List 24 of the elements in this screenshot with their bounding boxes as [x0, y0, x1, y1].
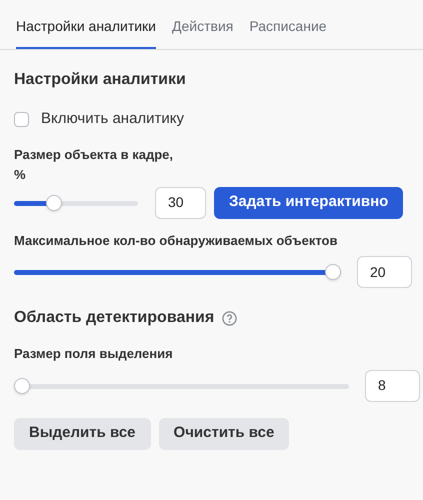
number-field[interactable]: 8	[365, 370, 420, 402]
slider[interactable]	[14, 194, 138, 210]
slider[interactable]	[14, 264, 341, 280]
number-field[interactable]: 20	[357, 256, 412, 288]
field-label: Размер объекта в кадре,	[14, 146, 174, 164]
slider-thumb[interactable]	[325, 264, 341, 280]
checkbox-label: Включить аналитику	[41, 109, 184, 129]
slider-thumb[interactable]	[14, 378, 30, 394]
section-title: Область детектирования	[14, 308, 214, 328]
help-icon[interactable]	[222, 310, 238, 326]
field-label: Размер поля выделения	[14, 345, 174, 363]
number-field[interactable]: 30	[155, 186, 206, 218]
slider[interactable]	[14, 378, 349, 394]
slider-thumb[interactable]	[46, 194, 62, 210]
checkbox[interactable]	[14, 112, 29, 127]
tab[interactable]: Расписание	[249, 16, 327, 49]
set-interactive-button[interactable]: Задать интерактивно	[214, 186, 404, 218]
tab[interactable]: Настройки аналитики	[16, 16, 156, 49]
section-title: Настройки аналитики	[14, 70, 187, 90]
action-button[interactable]: Выделить все	[14, 418, 151, 450]
tab[interactable]: Действия	[172, 16, 234, 49]
action-button[interactable]: Очистить все	[158, 418, 290, 450]
field-label: Максимальное кол-во обнаруживаемых объектов	[14, 232, 338, 250]
unit-label: %	[14, 166, 27, 184]
